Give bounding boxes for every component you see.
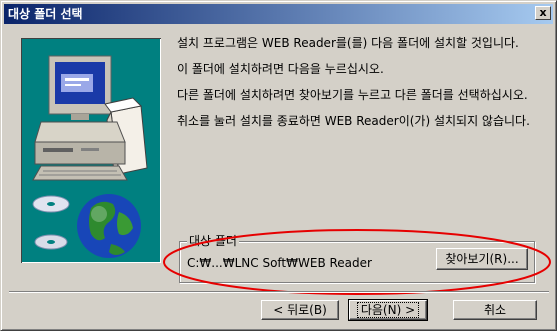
- instructions-text: 설치 프로그램은 WEB Reader를(를) 다음 폴더에 설치할 것입니다.…: [177, 36, 542, 140]
- instruction-paragraph: 이 폴더에 설치하려면 다음을 누르십시오.: [177, 62, 384, 76]
- instruction-paragraph: 설치 프로그램은 WEB Reader를(를) 다음 폴더에 설치할 것입니다.: [177, 36, 519, 50]
- window-title: 대상 폴더 선택: [8, 7, 83, 21]
- setup-illustration: [21, 38, 161, 263]
- close-button[interactable]: x: [535, 6, 551, 20]
- cancel-button[interactable]: 취소: [453, 300, 537, 320]
- browse-button[interactable]: 찾아보기(R)...: [436, 248, 528, 270]
- destination-path: C:₩...₩LNC Soft₩WEB Reader: [187, 256, 372, 270]
- next-button-label: 다음(N) >: [356, 302, 420, 318]
- next-button[interactable]: 다음(N) >: [348, 299, 428, 321]
- instruction-paragraph: 취소를 눌러 설치를 종료하면 WEB Reader이(가) 설치되지 않습니다…: [177, 114, 530, 128]
- separator: [9, 291, 549, 293]
- back-button-label: < 뒤로(B): [273, 303, 327, 317]
- computer-and-globe-icon: [32, 55, 148, 258]
- browse-button-label: 찾아보기(R)...: [445, 252, 519, 266]
- title-bar: 대상 폴더 선택 x: [4, 4, 553, 24]
- back-button[interactable]: < 뒤로(B): [261, 300, 339, 320]
- instruction-paragraph: 다른 폴더에 설치하려면 찾아보기를 누르고 다른 폴더를 선택하십시오.: [177, 88, 528, 102]
- close-icon: x: [539, 6, 547, 19]
- destination-folder-group: 대상 폴더 C:₩...₩LNC Soft₩WEB Reader 찾아보기(R)…: [179, 234, 535, 283]
- setup-dialog: 대상 폴더 선택 x 설치 프로그램은 WEB Reader를(를) 다음 폴더…: [0, 0, 557, 331]
- cancel-button-label: 취소: [483, 303, 507, 317]
- destination-folder-label: 대상 폴더: [187, 234, 239, 248]
